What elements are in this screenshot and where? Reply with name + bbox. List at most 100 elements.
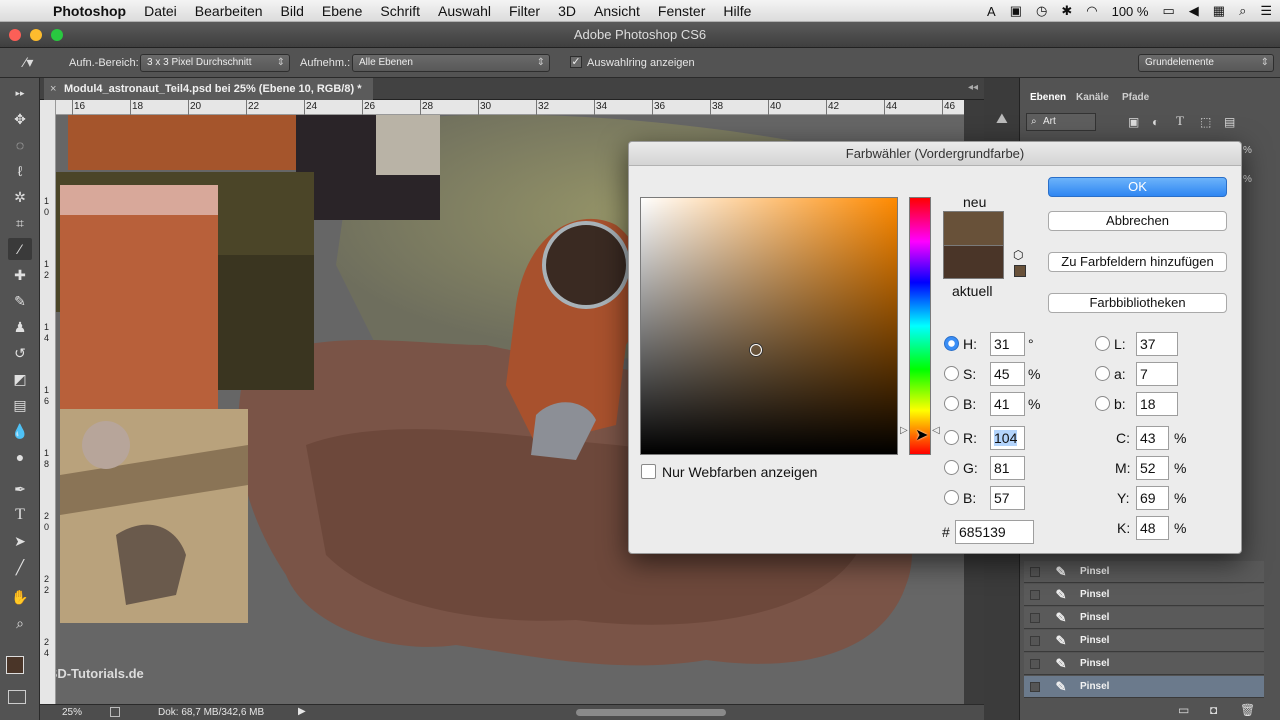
lab-l-radio[interactable]	[1095, 336, 1110, 351]
eyedropper-preset-icon[interactable]: ⁄▾	[24, 54, 33, 71]
history-panel-icon[interactable]: ⛰	[996, 110, 1008, 127]
tab-pfade[interactable]: Pfade	[1122, 92, 1149, 103]
type-tool-icon[interactable]: T	[8, 504, 32, 526]
magic-wand-tool-icon[interactable]: ✲	[8, 186, 32, 208]
web-safe-swatch[interactable]	[1014, 265, 1026, 277]
filter-shape-icon[interactable]: ⬚	[1200, 115, 1211, 129]
brightness-field[interactable]: 41	[990, 392, 1025, 416]
foreground-color-swatch[interactable]	[6, 656, 24, 674]
add-to-swatches-button[interactable]: Zu Farbfeldern hinzufügen	[1048, 252, 1227, 272]
menu-datei[interactable]: Datei	[135, 3, 186, 19]
layer-row[interactable]: ✎ Pinsel	[1024, 653, 1264, 675]
show-ring-checkbox[interactable]: ✓	[570, 56, 582, 68]
hue-radio[interactable]	[944, 336, 959, 351]
ok-button[interactable]: OK	[1048, 177, 1227, 197]
close-window-button[interactable]	[9, 29, 21, 41]
brush-tool-icon[interactable]: ✎	[8, 290, 32, 312]
menu-bearbeiten[interactable]: Bearbeiten	[186, 3, 272, 19]
blue-radio[interactable]	[944, 490, 959, 505]
clone-stamp-tool-icon[interactable]: ♟	[8, 316, 32, 338]
line-tool-icon[interactable]: ╱	[8, 556, 32, 578]
horizontal-scrollbar[interactable]	[576, 709, 726, 716]
move-tool-icon[interactable]: ✥	[8, 108, 32, 130]
history-brush-tool-icon[interactable]: ↺	[8, 342, 32, 364]
green-radio[interactable]	[944, 460, 959, 475]
filter-pixel-icon[interactable]: ▣	[1128, 115, 1139, 129]
yellow-field[interactable]: 69	[1136, 486, 1169, 510]
status-menu-icon[interactable]	[110, 707, 120, 717]
healing-brush-tool-icon[interactable]: ✚	[8, 264, 32, 286]
sample-area-select[interactable]: 3 x 3 Pixel Durchschnitt	[140, 54, 290, 72]
filter-smart-object-icon[interactable]: ▤	[1224, 115, 1235, 129]
gamut-warning-icon[interactable]: ⬡	[1013, 248, 1023, 262]
menu-photoshop[interactable]: Photoshop	[44, 3, 135, 19]
hue-slider-left-arrow-icon[interactable]: ▷	[900, 425, 908, 436]
menu-filter[interactable]: Filter	[500, 3, 549, 19]
minimize-window-button[interactable]	[30, 29, 42, 41]
new-group-icon[interactable]: ▭	[1178, 703, 1189, 717]
brightness-radio[interactable]	[944, 396, 959, 411]
visibility-toggle[interactable]	[1030, 613, 1040, 623]
status-arrow-icon[interactable]: ▶	[298, 706, 306, 717]
hand-tool-icon[interactable]: ✋	[8, 586, 32, 608]
layer-row[interactable]: ✎ Pinsel	[1024, 584, 1264, 606]
path-selection-tool-icon[interactable]: ➤	[8, 530, 32, 552]
color-libraries-button[interactable]: Farbbibliotheken	[1048, 293, 1227, 313]
cancel-button[interactable]: Abbrechen	[1048, 211, 1227, 231]
menu-fenster[interactable]: Fenster	[649, 3, 714, 19]
trash-icon[interactable]: 🗑	[1240, 703, 1255, 717]
web-colors-checkbox[interactable]	[641, 464, 656, 479]
zoom-window-button[interactable]	[51, 29, 63, 41]
red-field[interactable]: 104	[990, 426, 1025, 450]
quick-mask-icon[interactable]	[8, 690, 26, 704]
filter-type-icon[interactable]: T	[1176, 113, 1184, 129]
menu-ebene[interactable]: Ebene	[313, 3, 371, 19]
calendar-icon[interactable]: ▦	[1213, 3, 1225, 19]
layer-row[interactable]: ✎ Pinsel	[1024, 561, 1264, 583]
menu-3d[interactable]: 3D	[549, 3, 585, 19]
visibility-toggle[interactable]	[1030, 567, 1040, 577]
close-document-icon[interactable]: ×	[50, 78, 56, 100]
zoom-level[interactable]: 25%	[62, 707, 82, 718]
layer-filter-select[interactable]: ⌕ Art	[1026, 113, 1096, 131]
eraser-tool-icon[interactable]: ◩	[8, 368, 32, 390]
layer-row-selected[interactable]: ✎ Pinsel	[1024, 676, 1264, 698]
saturation-field[interactable]: 45	[990, 362, 1025, 386]
green-field[interactable]: 81	[990, 456, 1025, 480]
lab-a-field[interactable]: 7	[1136, 362, 1178, 386]
cyan-field[interactable]: 43	[1136, 426, 1169, 450]
menu-auswahl[interactable]: Auswahl	[429, 3, 500, 19]
saturation-radio[interactable]	[944, 366, 959, 381]
visibility-toggle[interactable]	[1030, 590, 1040, 600]
hue-slider[interactable]	[909, 197, 931, 455]
pen-tool-icon[interactable]: ✒	[8, 478, 32, 500]
visibility-toggle[interactable]	[1030, 636, 1040, 646]
lab-b-radio[interactable]	[1095, 396, 1110, 411]
menu-schrift[interactable]: Schrift	[371, 3, 429, 19]
red-radio[interactable]	[944, 430, 959, 445]
visibility-toggle[interactable]	[1030, 659, 1040, 669]
saturation-brightness-field[interactable]	[640, 197, 898, 455]
blur-tool-icon[interactable]: 💧	[8, 420, 32, 442]
volume-icon[interactable]: ◀	[1189, 3, 1199, 19]
hue-field[interactable]: 31	[990, 332, 1025, 356]
time-machine-icon[interactable]: ◷	[1036, 3, 1047, 19]
menu-ansicht[interactable]: Ansicht	[585, 3, 649, 19]
filter-adjustment-icon[interactable]: ◐	[1152, 115, 1159, 129]
lasso-tool-icon[interactable]: ℓ	[8, 160, 32, 182]
layer-row[interactable]: ✎ Pinsel	[1024, 607, 1264, 629]
zoom-tool-icon[interactable]: ⌕	[8, 612, 32, 634]
lab-a-radio[interactable]	[1095, 366, 1110, 381]
menu-bild[interactable]: Bild	[272, 3, 313, 19]
magenta-field[interactable]: 52	[1136, 456, 1169, 480]
hex-field[interactable]: 685139	[955, 520, 1034, 544]
menu-hilfe[interactable]: Hilfe	[714, 3, 760, 19]
tab-ebenen[interactable]: Ebenen	[1030, 92, 1066, 103]
current-color-swatch[interactable]	[943, 245, 1004, 279]
new-layer-icon[interactable]: ◘	[1210, 703, 1217, 717]
search-icon[interactable]: ⌕	[1239, 3, 1246, 19]
lab-l-field[interactable]: 37	[1136, 332, 1178, 356]
battery-icon[interactable]: ▭	[1162, 3, 1174, 19]
visibility-toggle[interactable]	[1030, 682, 1040, 692]
collapse-toolbox-icon[interactable]: ▸▸	[8, 82, 32, 104]
